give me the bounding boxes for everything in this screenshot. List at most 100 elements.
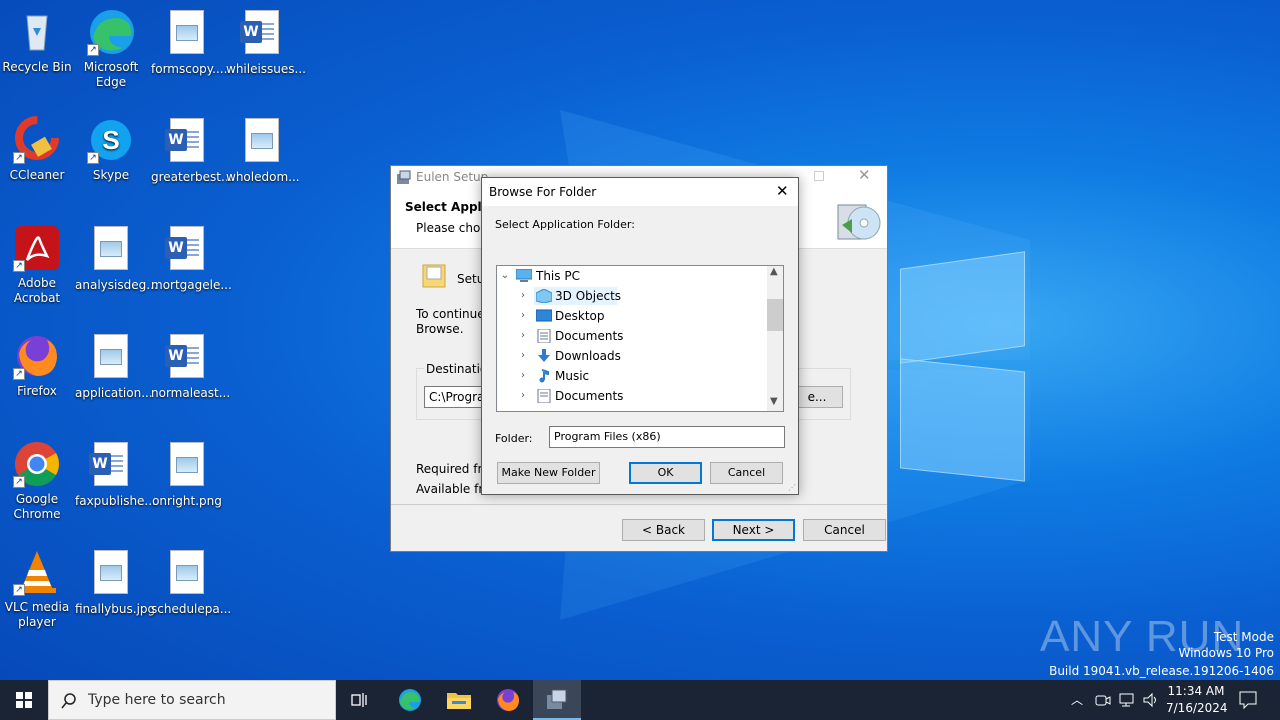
start-button[interactable]: [0, 680, 48, 720]
desktop-icon-faxpublishe[interactable]: W faxpublishe...: [75, 440, 156, 509]
ok-button[interactable]: OK: [629, 462, 702, 484]
browse-titlebar[interactable]: Browse For Folder ✕: [482, 178, 798, 206]
desktop-icon-firefox[interactable]: ↗ Firefox: [1, 332, 73, 399]
word-document-icon: W: [240, 10, 279, 54]
tree-item-documents-partial[interactable]: › Documents: [497, 386, 767, 406]
test-mode-text: Test Mode: [1213, 630, 1274, 644]
chevron-right-icon[interactable]: ›: [518, 286, 528, 306]
desktop-icon-onright[interactable]: onright.png: [151, 440, 223, 509]
setup-continue-text: To continue,: [416, 307, 489, 321]
close-icon[interactable]: ✕: [776, 182, 789, 200]
next-button[interactable]: Next >: [712, 519, 795, 541]
chevron-down-icon[interactable]: ⌄: [500, 266, 510, 286]
desktop-icon-normaleast[interactable]: W normaleast...: [151, 332, 231, 401]
image-file-icon: [170, 550, 204, 594]
task-view-button[interactable]: [336, 680, 384, 720]
scroll-down-arrow-icon[interactable]: ▼: [770, 396, 778, 407]
tree-item-music[interactable]: › Music: [497, 366, 767, 386]
meet-now-icon[interactable]: [1095, 692, 1111, 708]
build-text: Build 19041.vb_release.191206-1406: [1049, 664, 1274, 678]
edge-icon: [399, 689, 421, 711]
folder-icon: [447, 693, 471, 709]
back-button[interactable]: < Back: [622, 519, 705, 541]
tree-item-downloads[interactable]: › Downloads: [497, 346, 767, 366]
tree-scrollbar[interactable]: ▲ ▼: [767, 266, 783, 411]
taskbar-firefox[interactable]: [484, 680, 532, 720]
maximize-button[interactable]: [814, 171, 824, 181]
desktop-icon-vlc[interactable]: ↗ VLC media player: [1, 548, 73, 630]
desktop-icon-analysisdeg[interactable]: analysisdeg...: [75, 224, 158, 293]
desktop-icon-label: normaleast...: [151, 386, 231, 400]
scrollbar-thumb[interactable]: [767, 299, 783, 331]
desktop-icon-adobe-acrobat[interactable]: ↗ Adobe Acrobat: [1, 224, 73, 306]
image-file-icon: [170, 10, 204, 54]
desktop-icon-recycle-bin[interactable]: Recycle Bin: [1, 8, 73, 75]
desktop-icon-label: formscopy....: [151, 62, 228, 76]
volume-icon[interactable]: [1143, 692, 1159, 708]
taskbar-eulen-setup[interactable]: [533, 680, 581, 720]
network-icon[interactable]: [1119, 692, 1135, 708]
desktop-icon-greaterbest[interactable]: W greaterbest...: [151, 116, 232, 185]
desktop-icon-finallybus[interactable]: finallybus.jpg: [75, 548, 155, 617]
setup-window-title: Eulen Setup: [416, 170, 489, 184]
desktop-icon-mortgagele[interactable]: W mortgagele...: [151, 224, 232, 293]
setup-cancel-button[interactable]: Cancel: [803, 519, 886, 541]
available-space-label: Available fre: [416, 482, 491, 496]
shortcut-arrow-icon: ↗: [87, 44, 99, 56]
desktop-icon-skype[interactable]: S ↗ Skype: [75, 116, 147, 183]
browse-cancel-button[interactable]: Cancel: [710, 462, 783, 484]
desktop-icon-label: Microsoft Edge: [83, 60, 139, 89]
clock-time: 11:34 AM: [1167, 684, 1225, 698]
resize-grip-icon[interactable]: ⋰: [788, 483, 796, 492]
close-button[interactable]: ✕: [858, 166, 871, 184]
documents-icon: [537, 389, 551, 403]
scroll-up-arrow-icon[interactable]: ▲: [770, 266, 778, 277]
desktop-icon-ccleaner[interactable]: ↗ CCleaner: [1, 116, 73, 183]
taskbar-file-explorer[interactable]: [435, 680, 483, 720]
installer-cd-icon: [837, 204, 881, 240]
image-file-icon: [94, 226, 128, 270]
chevron-up-icon[interactable]: ︿: [1071, 691, 1083, 708]
search-placeholder: Type here to search: [88, 692, 226, 708]
desktop-icon-edge[interactable]: ↗ Microsoft Edge: [75, 8, 147, 90]
chevron-right-icon[interactable]: ›: [518, 326, 528, 346]
desktop-icon-formscopy[interactable]: formscopy....: [151, 8, 228, 77]
setup-heading: Select Applic: [405, 200, 493, 214]
chevron-right-icon[interactable]: ›: [518, 386, 528, 406]
destination-path-input[interactable]: C:\Progra: [424, 386, 484, 408]
browse-prompt: Select Application Folder:: [495, 218, 635, 231]
desktop-icon-wholedom[interactable]: wholedom...: [226, 116, 300, 185]
desktop-icon-schedulepa[interactable]: schedulepa...: [151, 548, 231, 617]
music-icon: [539, 369, 549, 383]
desktop-icon-google-chrome[interactable]: ↗ Google Chrome: [1, 440, 73, 522]
notification-icon[interactable]: [1239, 691, 1257, 709]
browse-dialog-title: Browse For Folder: [489, 185, 597, 199]
taskbar-edge[interactable]: [386, 680, 434, 720]
tree-item-3d-objects[interactable]: › 3D Objects: [497, 286, 767, 306]
chevron-right-icon[interactable]: ›: [518, 366, 528, 386]
tree-item-documents[interactable]: › Documents: [497, 326, 767, 346]
shortcut-arrow-icon: ↗: [13, 260, 25, 272]
search-icon: [61, 693, 76, 709]
desktop-icon-label: Skype: [92, 168, 130, 182]
desktop-icon-label: Firefox: [17, 384, 57, 398]
tree-item-this-pc[interactable]: ⌄ This PC: [497, 266, 767, 286]
tree-item-desktop[interactable]: › Desktop: [497, 306, 767, 326]
shortcut-arrow-icon: ↗: [13, 584, 25, 596]
desktop-icon-label: whileissues...: [226, 62, 306, 76]
desktop-icon-application[interactable]: application...: [75, 332, 153, 401]
taskbar-search-box[interactable]: Type here to search: [48, 680, 336, 720]
desktop-icon-whileissues[interactable]: W whileissues...: [226, 8, 306, 77]
chevron-right-icon[interactable]: ›: [518, 346, 528, 366]
chevron-right-icon[interactable]: ›: [518, 306, 528, 326]
desktop-icon-label: wholedom...: [226, 170, 300, 184]
task-view-icon: [351, 693, 367, 707]
shortcut-arrow-icon: ↗: [13, 476, 25, 488]
make-new-folder-button[interactable]: Make New Folder: [497, 462, 600, 484]
svg-text:S: S: [102, 125, 119, 155]
clock[interactable]: 11:34 AM 7/16/2024: [1166, 683, 1228, 717]
folder-tree[interactable]: ⌄ This PC › 3D Objects › Desktop › Docum…: [496, 265, 784, 412]
browse-folder-dialog: Browse For Folder ✕ Select Application F…: [481, 177, 799, 495]
folder-name-input[interactable]: Program Files (x86): [549, 426, 785, 448]
wallpaper-logo-pane: [900, 358, 1025, 482]
